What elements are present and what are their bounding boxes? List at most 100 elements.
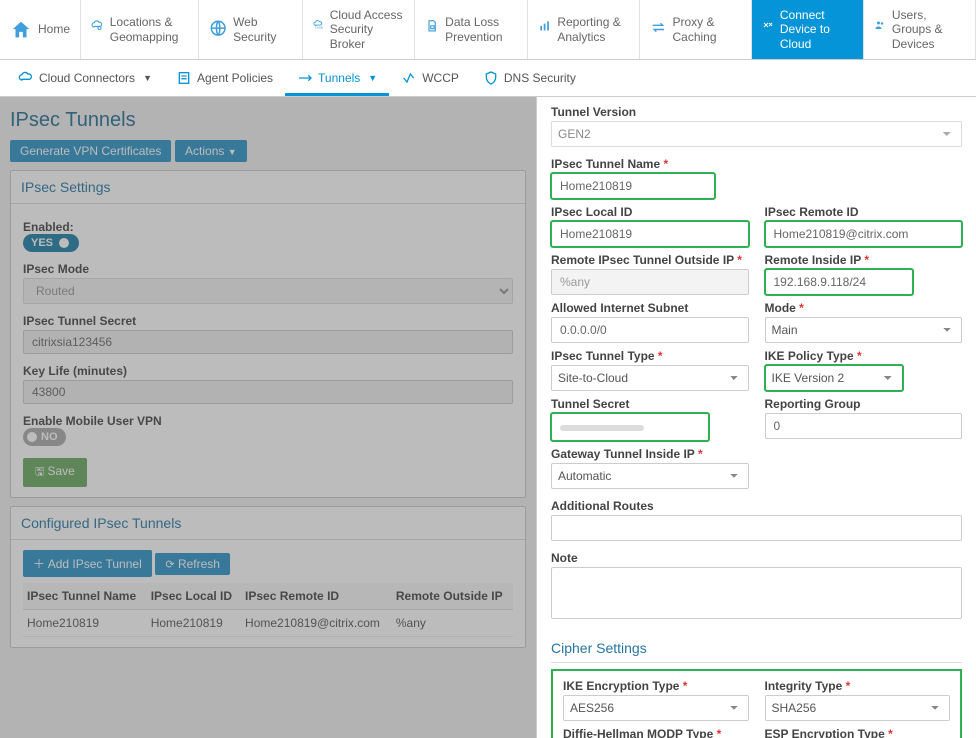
- col-local-id: IPsec Local ID: [147, 583, 241, 610]
- ike-policy-select[interactable]: IKE Version 2: [765, 365, 903, 391]
- subnav-agent-policies[interactable]: Agent Policies: [164, 60, 285, 96]
- esp-encryption-label: ESP Encryption Type: [765, 727, 951, 738]
- gateway-inside-label: Gateway Tunnel Inside IP: [551, 447, 749, 461]
- remote-id-input[interactable]: [765, 221, 963, 247]
- tunnel-name-input[interactable]: [551, 173, 715, 199]
- top-nav: Home Locations & Geomapping Web Security…: [0, 0, 976, 60]
- subnav-dns-security[interactable]: DNS Security: [471, 60, 588, 96]
- nav-users[interactable]: Users, Groups & Devices: [864, 0, 976, 59]
- col-remote-outside-ip: Remote Outside IP: [392, 583, 513, 610]
- ipsec-mode-label: IPsec Mode: [23, 262, 513, 276]
- document-lock-icon: [425, 19, 439, 41]
- note-textarea[interactable]: [551, 567, 962, 619]
- additional-routes-label: Additional Routes: [551, 499, 962, 513]
- add-ipsec-tunnel-button[interactable]: Add IPsec Tunnel: [23, 550, 152, 577]
- arrows-sync-icon: [650, 19, 667, 41]
- tunnel-type-select[interactable]: Site-to-Cloud: [551, 365, 749, 391]
- tunnel-edit-drawer: Tunnel Version GEN2 IPsec Tunnel Name IP…: [536, 97, 976, 738]
- page-title: IPsec Tunnels: [10, 109, 526, 132]
- allowed-subnet-input[interactable]: [551, 317, 749, 343]
- mobile-vpn-label: Enable Mobile User VPN: [23, 414, 513, 428]
- key-life-label: Key Life (minutes): [23, 364, 513, 378]
- tunnel-version-label: Tunnel Version: [551, 105, 962, 119]
- gateway-inside-select[interactable]: Automatic: [551, 463, 749, 489]
- chevron-down-icon: ▼: [143, 73, 152, 83]
- ike-encryption-label: IKE Encryption Type: [563, 679, 749, 693]
- chevron-down-icon: ▼: [228, 147, 237, 157]
- actions-dropdown[interactable]: Actions ▼: [175, 140, 247, 162]
- tunnel-version-select: GEN2: [551, 121, 962, 147]
- tunnel-secret-value: citrixsia123456: [23, 330, 513, 354]
- ipsec-mode-select[interactable]: Routed: [23, 278, 513, 304]
- key-life-value: 43800: [23, 380, 513, 404]
- mode-select[interactable]: Main: [765, 317, 963, 343]
- col-remote-id: IPsec Remote ID: [241, 583, 392, 610]
- sub-nav: Cloud Connectors▼ Agent Policies Tunnels…: [0, 60, 976, 97]
- ipsec-settings-title: IPsec Settings: [11, 171, 525, 204]
- nav-locations[interactable]: Locations & Geomapping: [81, 0, 199, 59]
- agent-policies-icon: [176, 70, 192, 86]
- allowed-subnet-label: Allowed Internet Subnet: [551, 301, 749, 315]
- mobile-vpn-toggle[interactable]: NO: [23, 428, 66, 446]
- refresh-icon: ⟳: [165, 559, 174, 571]
- bar-chart-icon: [538, 19, 552, 41]
- integrity-type-label: Integrity Type: [765, 679, 951, 693]
- tunnel-secret-label: Tunnel Secret: [551, 397, 749, 411]
- svg-text:CASB: CASB: [315, 26, 323, 30]
- tunnels-table: IPsec Tunnel Name IPsec Local ID IPsec R…: [23, 583, 513, 637]
- col-tunnel-name: IPsec Tunnel Name: [23, 583, 147, 610]
- configured-tunnels-panel: Configured IPsec Tunnels Add IPsec Tunne…: [10, 506, 526, 648]
- dns-security-icon: [483, 70, 499, 86]
- casb-icon: CASB: [313, 19, 323, 41]
- remote-inside-label: Remote Inside IP: [765, 253, 963, 267]
- enabled-toggle[interactable]: YES: [23, 234, 79, 252]
- local-id-input[interactable]: [551, 221, 749, 247]
- generate-vpn-button[interactable]: Generate VPN Certificates: [10, 140, 171, 162]
- table-row[interactable]: Home210819 Home210819 Home210819@citrix.…: [23, 610, 513, 637]
- nav-proxy[interactable]: Proxy & Caching: [640, 0, 752, 59]
- cloud-location-icon: [91, 19, 104, 41]
- nav-dlp[interactable]: Data Loss Prevention: [415, 0, 527, 59]
- mode-label: Mode: [765, 301, 963, 315]
- remote-id-label: IPsec Remote ID: [765, 205, 963, 219]
- subnav-wccp[interactable]: WCCP: [389, 60, 471, 96]
- nav-web-security[interactable]: Web Security: [199, 0, 304, 59]
- additional-routes-input[interactable]: [551, 515, 962, 541]
- tunnel-type-label: IPsec Tunnel Type: [551, 349, 749, 363]
- nav-reporting[interactable]: Reporting & Analytics: [528, 0, 640, 59]
- users-icon: [874, 19, 886, 41]
- nav-casb[interactable]: CASBCloud Access Security Broker: [303, 0, 415, 59]
- local-id-label: IPsec Local ID: [551, 205, 749, 219]
- cipher-settings-title: Cipher Settings: [551, 640, 962, 663]
- connect-device-icon: [762, 19, 774, 41]
- chevron-down-icon: ▼: [368, 73, 377, 83]
- subnav-cloud-connectors[interactable]: Cloud Connectors▼: [6, 60, 164, 96]
- refresh-button[interactable]: ⟳ Refresh: [155, 553, 230, 575]
- reporting-group-input[interactable]: [765, 413, 963, 439]
- tunnel-name-label: IPsec Tunnel Name: [551, 157, 962, 171]
- ike-encryption-select[interactable]: AES256: [563, 695, 749, 721]
- ipsec-settings-panel: IPsec Settings Enabled: YES IPsec Mode R…: [10, 170, 526, 498]
- subnav-tunnels[interactable]: Tunnels▼: [285, 60, 389, 96]
- tunnel-secret-masked: [560, 425, 644, 431]
- remote-outside-input: [551, 269, 749, 295]
- integrity-type-select[interactable]: SHA256: [765, 695, 951, 721]
- settings-save-button[interactable]: Save: [23, 458, 87, 487]
- wccp-icon: [401, 70, 417, 86]
- cipher-settings-box: IKE Encryption Type AES256 Integrity Typ…: [551, 669, 962, 738]
- cloud-connectors-icon: [18, 70, 34, 86]
- ike-policy-label: IKE Policy Type: [765, 349, 963, 363]
- remote-inside-input[interactable]: [765, 269, 913, 295]
- reporting-group-label: Reporting Group: [765, 397, 963, 411]
- tunnel-secret-input[interactable]: [551, 413, 709, 441]
- dh-modp-label: Diffie-Hellman MODP Type: [563, 727, 749, 738]
- nav-connect-device[interactable]: Connect Device to Cloud: [752, 0, 864, 59]
- remote-outside-label: Remote IPsec Tunnel Outside IP: [551, 253, 749, 267]
- tunnel-secret-label: IPsec Tunnel Secret: [23, 314, 513, 328]
- nav-home[interactable]: Home: [0, 0, 81, 59]
- tunnels-icon: [297, 70, 313, 86]
- globe-shield-icon: [209, 19, 227, 41]
- enabled-label: Enabled:: [23, 220, 513, 234]
- note-label: Note: [551, 551, 962, 565]
- configured-tunnels-title: Configured IPsec Tunnels: [11, 507, 525, 540]
